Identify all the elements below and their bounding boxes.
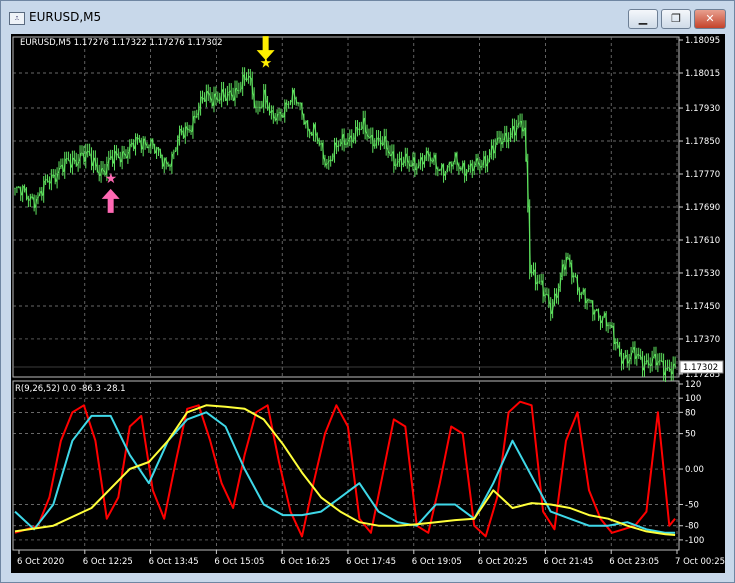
candle-body — [80, 152, 83, 155]
candle-body — [358, 128, 361, 131]
main-panel-header: EURUSD,M5 1.17276 1.17322 1.17276 1.1730… — [20, 38, 223, 48]
candle-body — [519, 121, 522, 124]
candle-body — [572, 275, 575, 278]
price-tick-label: 1.17610 — [685, 236, 720, 246]
price-tick-label: 1.17370 — [685, 335, 720, 345]
window-title: EURUSD,M5 — [29, 10, 102, 24]
candle-body — [109, 156, 112, 159]
close-icon: ✕ — [705, 12, 715, 25]
indicator-tick-label: -80 — [685, 522, 699, 532]
price-tick-label: 1.17850 — [685, 137, 720, 147]
indicator-tick-label: -100 — [685, 536, 704, 546]
candle-body — [609, 324, 612, 327]
buy-star-icon: ★ — [105, 171, 118, 187]
minimize-icon: ▁ — [638, 12, 648, 25]
indicator-tick-label: 80 — [685, 408, 696, 418]
candle-body — [402, 162, 405, 165]
buy-arrow-icon — [101, 188, 120, 213]
time-tick-label: 6 Oct 16:25 — [280, 557, 330, 567]
price-tick-label: 1.17930 — [685, 104, 720, 114]
title-bar[interactable]: ⎍ EURUSD,M5 ▁ ❐ ✕ — [1, 1, 734, 33]
time-tick-label: 6 Oct 12:25 — [83, 557, 133, 567]
candle-body — [498, 136, 501, 139]
price-tick-label: 1.17690 — [685, 203, 720, 213]
time-tick-label: 7 Oct 00:25 — [675, 557, 725, 567]
price-tick-label: 1.17530 — [685, 269, 720, 279]
chart-area[interactable]: ★ ★ 1.18095 1.18015 1.17930 1.17850 1.17770 1.… — [11, 34, 725, 573]
candle-body — [289, 102, 292, 104]
candle-body — [607, 324, 609, 327]
candle-body — [278, 112, 280, 114]
candle-body — [147, 146, 150, 149]
candle-body — [590, 299, 592, 302]
close-button[interactable]: ✕ — [694, 9, 726, 29]
indicator-panel-frame — [12, 380, 680, 551]
indicator-tick-label: 100 — [685, 394, 701, 404]
time-tick-label: 6 Oct 17:45 — [346, 557, 396, 567]
sell-star-icon: ★ — [260, 56, 273, 72]
chart-window-icon[interactable]: ⎍ — [9, 12, 25, 25]
time-tick-label: 6 Oct 13:45 — [149, 557, 199, 567]
price-tick-label: 1.17770 — [685, 170, 720, 180]
candle-body — [245, 78, 248, 81]
candle-body — [438, 169, 441, 172]
current-price-label: 1.17302 — [683, 363, 718, 373]
time-tick-label: 6 Oct 20:25 — [478, 557, 528, 567]
indicator-header: R(9,26,52) 0.0 -86.3 -28.1 — [15, 384, 126, 394]
time-tick-label: 6 Oct 2020 — [17, 557, 64, 567]
candle-body — [410, 165, 412, 167]
candle-body — [337, 145, 340, 148]
time-tick-label: 6 Oct 21:45 — [543, 557, 593, 567]
candle-body — [44, 179, 47, 181]
candle-body — [14, 187, 16, 190]
candle-body — [345, 143, 347, 146]
candle-body — [258, 106, 261, 109]
candle-body — [297, 102, 300, 105]
candle-body — [188, 128, 191, 131]
candle-body — [15, 186, 18, 189]
indicator-tick-label: 120 — [685, 380, 701, 390]
candle-body — [614, 341, 617, 344]
candle-body — [287, 103, 290, 106]
chart-svg[interactable]: ★★ 1.180951.180151.179301.178501.177701.… — [11, 34, 725, 573]
chart-window: ⎍ EURUSD,M5 ▁ ❐ ✕ ★ ★ 1.18095 1.18015 1.179… — [0, 0, 735, 583]
maximize-button[interactable]: ❐ — [661, 9, 691, 29]
price-tick-label: 1.17450 — [685, 302, 720, 312]
minimize-button[interactable]: ▁ — [628, 9, 658, 29]
candle-body — [257, 106, 259, 109]
price-tick-label: 1.18095 — [685, 36, 720, 46]
indicator-tick-label: 50 — [685, 430, 696, 440]
indicator-tick-label: -50 — [685, 500, 699, 510]
indicator-tick-label: 0.00 — [685, 465, 704, 475]
candle-body — [52, 173, 55, 176]
candle-body — [339, 144, 342, 147]
time-tick-label: 6 Oct 19:05 — [412, 557, 462, 567]
candle-body — [65, 157, 68, 160]
maximize-icon: ❐ — [671, 12, 681, 25]
price-tick-label: 1.18015 — [685, 69, 720, 79]
time-tick-label: 6 Oct 15:05 — [214, 557, 264, 567]
candle-body — [320, 142, 323, 145]
price-candles — [14, 67, 677, 383]
candle-body — [415, 168, 418, 170]
signal-markers: ★★ — [101, 36, 275, 213]
candle-body — [172, 151, 175, 155]
time-tick-label: 6 Oct 23:05 — [609, 557, 659, 567]
